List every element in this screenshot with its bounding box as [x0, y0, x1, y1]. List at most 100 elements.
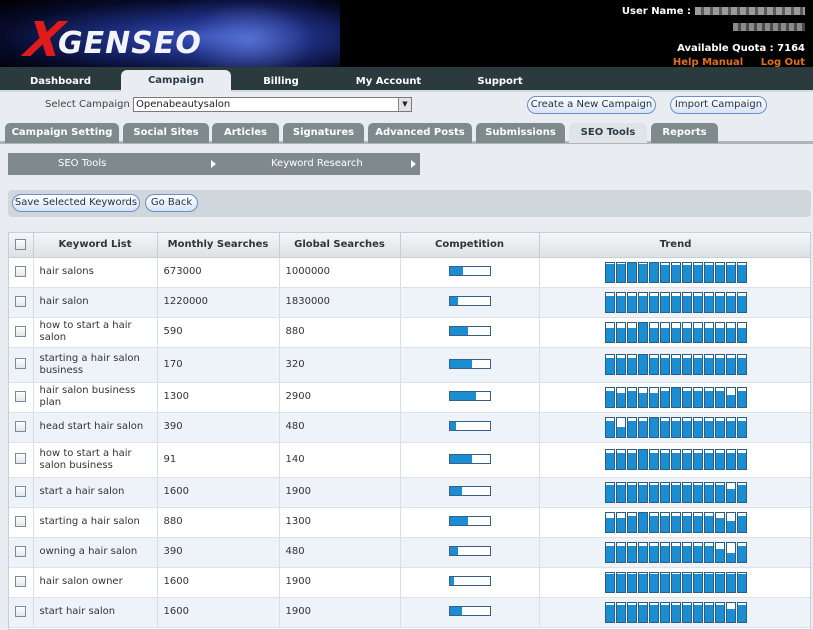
help-manual-link[interactable]: Help Manual — [673, 57, 743, 67]
trend-bar-fill — [638, 322, 647, 342]
trend-bar-fill — [627, 420, 636, 437]
row-checkbox[interactable] — [15, 515, 27, 527]
row-checkbox[interactable] — [15, 605, 27, 617]
trend-bar-fill — [660, 264, 669, 282]
monthly-searches-cell: 673000 — [157, 257, 280, 288]
trend-bar-fill — [704, 390, 713, 407]
tab-articles[interactable]: Articles — [212, 123, 279, 143]
trend-bar-fill — [726, 488, 735, 502]
trend-bar-fill — [638, 484, 647, 502]
global-searches-cell: 1300 — [279, 507, 401, 538]
tab-campaign-setting[interactable]: Campaign Setting — [5, 123, 119, 143]
trend-bar-fill — [682, 604, 691, 622]
competition-cell — [400, 257, 540, 288]
trend-bar-fill — [737, 295, 746, 312]
header-monthly-searches: Monthly Searches — [157, 233, 280, 258]
tab-social-sites[interactable]: Social Sites — [123, 123, 209, 143]
nav-support[interactable]: Support — [446, 71, 554, 92]
row-select-cell — [9, 567, 34, 598]
trend-bar — [659, 354, 670, 375]
create-campaign-button[interactable]: Create a New Campaign — [527, 96, 656, 114]
competition-cell — [400, 567, 540, 598]
row-select-cell — [9, 317, 34, 348]
trend-bar — [637, 481, 648, 503]
go-back-button[interactable]: Go Back — [145, 194, 198, 212]
user-name-line: User Name : — [622, 6, 805, 17]
trend-bar — [736, 291, 747, 313]
trend-bar-fill — [660, 327, 669, 342]
nav-billing[interactable]: Billing — [231, 71, 331, 92]
tab-advanced-posts[interactable]: Advanced Posts — [368, 123, 472, 143]
row-checkbox[interactable] — [15, 325, 27, 337]
trend-bar — [604, 321, 615, 343]
competition-bar-fill — [449, 297, 458, 305]
import-campaign-button[interactable]: Import Campaign — [670, 96, 767, 114]
trend-bar — [648, 601, 659, 623]
monthly-searches-cell: 1300 — [157, 382, 280, 413]
trend-bar — [714, 354, 725, 375]
monthly-searches-cell: 1600 — [157, 567, 280, 598]
save-selected-keywords-button[interactable]: Save Selected Keywords — [12, 194, 140, 212]
trend-bar-fill — [649, 327, 658, 342]
select-all-checkbox[interactable] — [15, 239, 27, 250]
trend-bar — [692, 481, 703, 503]
tab-signatures[interactable]: Signatures — [283, 123, 364, 143]
trend-bar — [648, 291, 659, 313]
row-checkbox[interactable] — [15, 265, 27, 277]
trend-bar-fill — [616, 392, 625, 407]
table-row: how to start a hair salon business 91 140 — [9, 442, 810, 478]
trend-bar — [725, 449, 736, 470]
trend-bar-fill — [616, 545, 625, 562]
row-checkbox[interactable] — [15, 453, 27, 465]
monthly-searches-cell: 390 — [157, 537, 280, 568]
trend-cell — [539, 287, 810, 318]
monthly-searches-cell: 880 — [157, 507, 280, 538]
tab-reports[interactable]: Reports — [651, 123, 718, 143]
trend-bar-fill — [616, 426, 625, 437]
nav-dashboard[interactable]: Dashboard — [0, 71, 121, 92]
trend-bar — [736, 449, 747, 470]
trend-bar — [681, 601, 692, 623]
trend-bar — [725, 291, 736, 313]
tab-seo-tools[interactable]: SEO Tools — [569, 123, 647, 143]
row-checkbox[interactable] — [15, 485, 27, 497]
trend-cell — [539, 347, 810, 383]
trend-bar-fill — [715, 604, 724, 622]
trend-bar — [703, 416, 714, 438]
trend-bar-fill — [682, 484, 691, 502]
monthly-searches-cell: 1220000 — [157, 287, 280, 318]
trend-bar — [714, 571, 725, 593]
row-checkbox[interactable] — [15, 545, 27, 557]
trend-bar — [637, 571, 648, 593]
row-checkbox[interactable] — [15, 390, 27, 402]
trend-chart — [604, 321, 747, 343]
trend-bar — [626, 416, 637, 438]
trend-bar — [692, 321, 703, 343]
trend-bar — [703, 321, 714, 343]
trend-bar-fill — [616, 358, 625, 374]
chevron-down-icon[interactable]: ▼ — [398, 98, 411, 111]
nav-campaign[interactable]: Campaign — [121, 70, 231, 94]
trend-bar — [692, 601, 703, 623]
row-checkbox[interactable] — [15, 358, 27, 370]
breadcrumb: SEO Tools Keyword Research — [8, 153, 420, 175]
breadcrumb-seo-tools[interactable]: SEO Tools — [58, 153, 106, 175]
campaign-select[interactable]: Openabeautysalon ▼ — [133, 97, 412, 112]
nav-my-account[interactable]: My Account — [331, 71, 446, 92]
competition-bar-fill — [449, 392, 476, 400]
global-searches-cell: 880 — [279, 317, 401, 348]
trend-bar-fill — [737, 604, 746, 622]
trend-bar-fill — [704, 604, 713, 622]
trend-bar — [670, 321, 681, 343]
row-select-cell — [9, 382, 34, 413]
global-searches-cell: 480 — [279, 412, 401, 443]
tab-submissions[interactable]: Submissions — [476, 123, 565, 143]
row-checkbox[interactable] — [15, 420, 27, 432]
trend-bar — [648, 416, 659, 438]
logout-link[interactable]: Log Out — [761, 57, 805, 67]
trend-bar-fill — [660, 484, 669, 502]
row-checkbox[interactable] — [15, 575, 27, 587]
row-checkbox[interactable] — [15, 295, 27, 307]
competition-bar — [448, 391, 491, 401]
sub-tabs: Campaign Setting Social Sites Articles S… — [0, 120, 813, 144]
